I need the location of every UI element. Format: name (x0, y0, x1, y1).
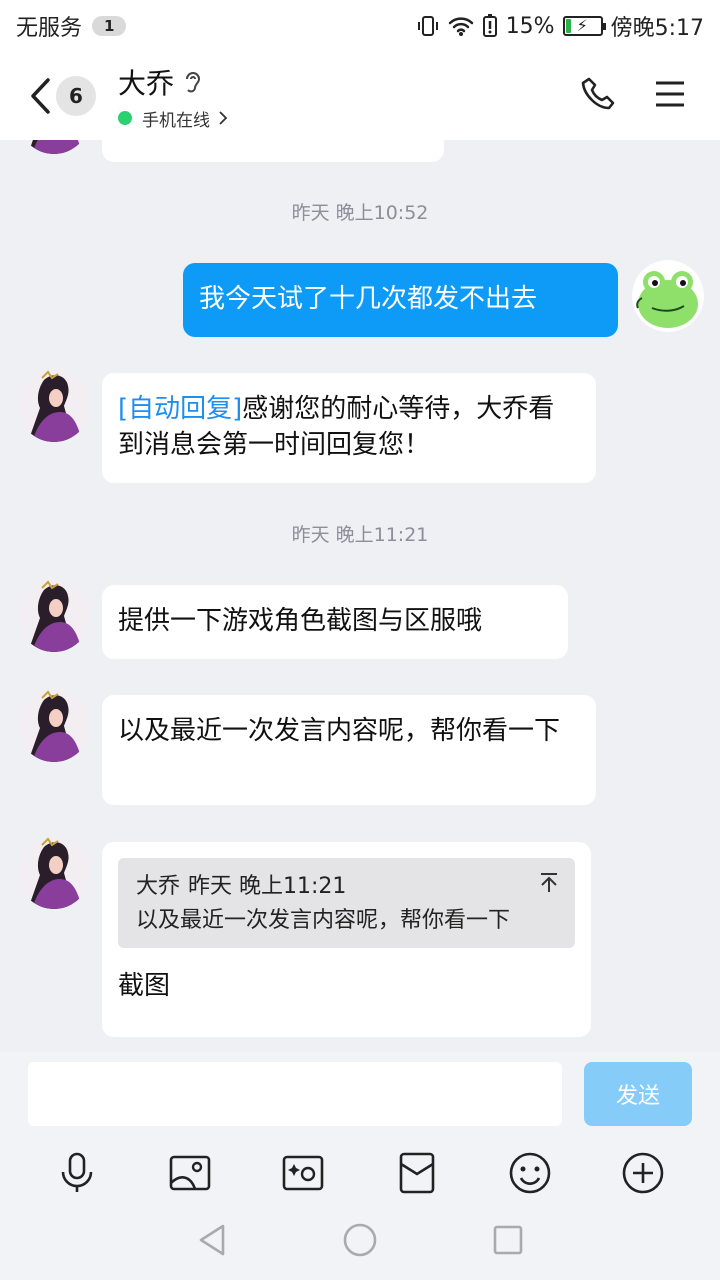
plus-icon (622, 1152, 664, 1194)
message-text: 截图 (118, 971, 171, 1001)
triangle-back-icon (199, 1224, 225, 1256)
chevron-right-icon (219, 111, 228, 125)
online-status: 手机在线 (142, 110, 210, 131)
contact-avatar[interactable] (18, 580, 90, 652)
message-bubble-clipped[interactable] (102, 140, 444, 162)
jump-to-message-icon[interactable] (539, 872, 559, 894)
emoji-icon (509, 1152, 551, 1194)
battery-fill (565, 19, 571, 33)
input-bar: 发送 (0, 1052, 720, 1142)
quoted-message[interactable]: 大乔 昨天 晚上11:21 以及最近一次发言内容呢，帮你看一下 (118, 858, 575, 948)
microphone-icon (61, 1152, 92, 1192)
wifi-icon (448, 15, 474, 37)
battery-alert-icon (482, 14, 498, 38)
voice-button[interactable] (47, 1143, 107, 1203)
menu-button[interactable] (654, 80, 686, 112)
clock: 傍晚5:17 (610, 16, 704, 41)
battery-icon: ⚡ (562, 16, 606, 36)
nav-recents-button[interactable] (493, 1225, 523, 1259)
message-text: 我今天试了十几次都发不出去 (199, 284, 538, 314)
battery-percent: 15% (505, 13, 555, 39)
message-list[interactable]: 昨天 晚上10:52 我今天试了十几次都发不出去 [自动回复]感谢您的耐心等待，… (0, 140, 720, 1052)
gallery-button[interactable] (160, 1143, 220, 1203)
timestamp: 昨天 晚上10:52 (291, 202, 429, 224)
circle-home-icon (343, 1223, 377, 1257)
my-avatar[interactable] (632, 260, 704, 332)
picture-icon (169, 1155, 211, 1191)
status-bar: 无服务 1 15% ⚡ 傍晚5:17 (0, 0, 720, 52)
message-bubble-reply[interactable]: 大乔 昨天 晚上11:21 以及最近一次发言内容呢，帮你看一下 截图 (102, 842, 591, 1037)
message-text: 提供一下游戏角色截图与区服哦 (118, 606, 483, 636)
back-icon (31, 78, 50, 114)
more-button[interactable] (613, 1143, 673, 1203)
call-button[interactable] (580, 76, 616, 116)
red-packet-icon (399, 1152, 434, 1194)
carrier-label: 无服务 (16, 16, 83, 41)
input-toolbar (0, 1142, 720, 1204)
chat-header: 6 大乔 手机在线 (0, 52, 720, 140)
message-input[interactable] (28, 1062, 562, 1126)
emoji-button[interactable] (500, 1143, 560, 1203)
contact-avatar[interactable] (18, 837, 90, 909)
contact-name: 大乔 (118, 66, 175, 100)
vibrate-icon (416, 14, 440, 38)
back-button[interactable] (24, 72, 56, 120)
square-recents-icon (493, 1225, 523, 1255)
message-text: 以及最近一次发言内容呢，帮你看一下 (118, 716, 561, 746)
send-button[interactable]: 发送 (584, 1062, 692, 1126)
online-dot (118, 111, 132, 125)
quote-author: 大乔 (136, 874, 181, 899)
auto-reply-tag: [自动回复] (118, 394, 243, 424)
message-bubble-received[interactable]: [自动回复]感谢您的耐心等待，大乔看到消息会第一时间回复您！ (102, 373, 596, 483)
timestamp: 昨天 晚上11:21 (291, 524, 429, 546)
message-bubble-received[interactable]: 提供一下游戏角色截图与区服哦 (102, 585, 568, 659)
message-bubble-received[interactable]: 以及最近一次发言内容呢，帮你看一下 (102, 695, 596, 805)
ear-icon (186, 71, 201, 92)
unread-count-badge[interactable]: 6 (56, 76, 96, 116)
system-nav-bar (0, 1204, 720, 1280)
sim-badge: 1 (92, 16, 127, 36)
red-packet-button[interactable] (387, 1143, 447, 1203)
phone-icon (581, 77, 615, 110)
contact-info[interactable]: 大乔 手机在线 (118, 62, 230, 131)
contact-avatar[interactable] (18, 140, 90, 154)
contact-avatar[interactable] (18, 690, 90, 762)
quote-text: 以及最近一次发言内容呢，帮你看一下 (136, 908, 511, 933)
camera-icon (283, 1155, 324, 1191)
nav-home-button[interactable] (343, 1223, 377, 1261)
contact-avatar[interactable] (18, 370, 90, 442)
nav-back-button[interactable] (197, 1223, 227, 1261)
menu-icon (656, 81, 684, 107)
message-bubble-sent[interactable]: 我今天试了十几次都发不出去 (183, 263, 618, 337)
quote-time: 昨天 晚上11:21 (188, 874, 347, 899)
camera-button[interactable] (273, 1143, 333, 1203)
